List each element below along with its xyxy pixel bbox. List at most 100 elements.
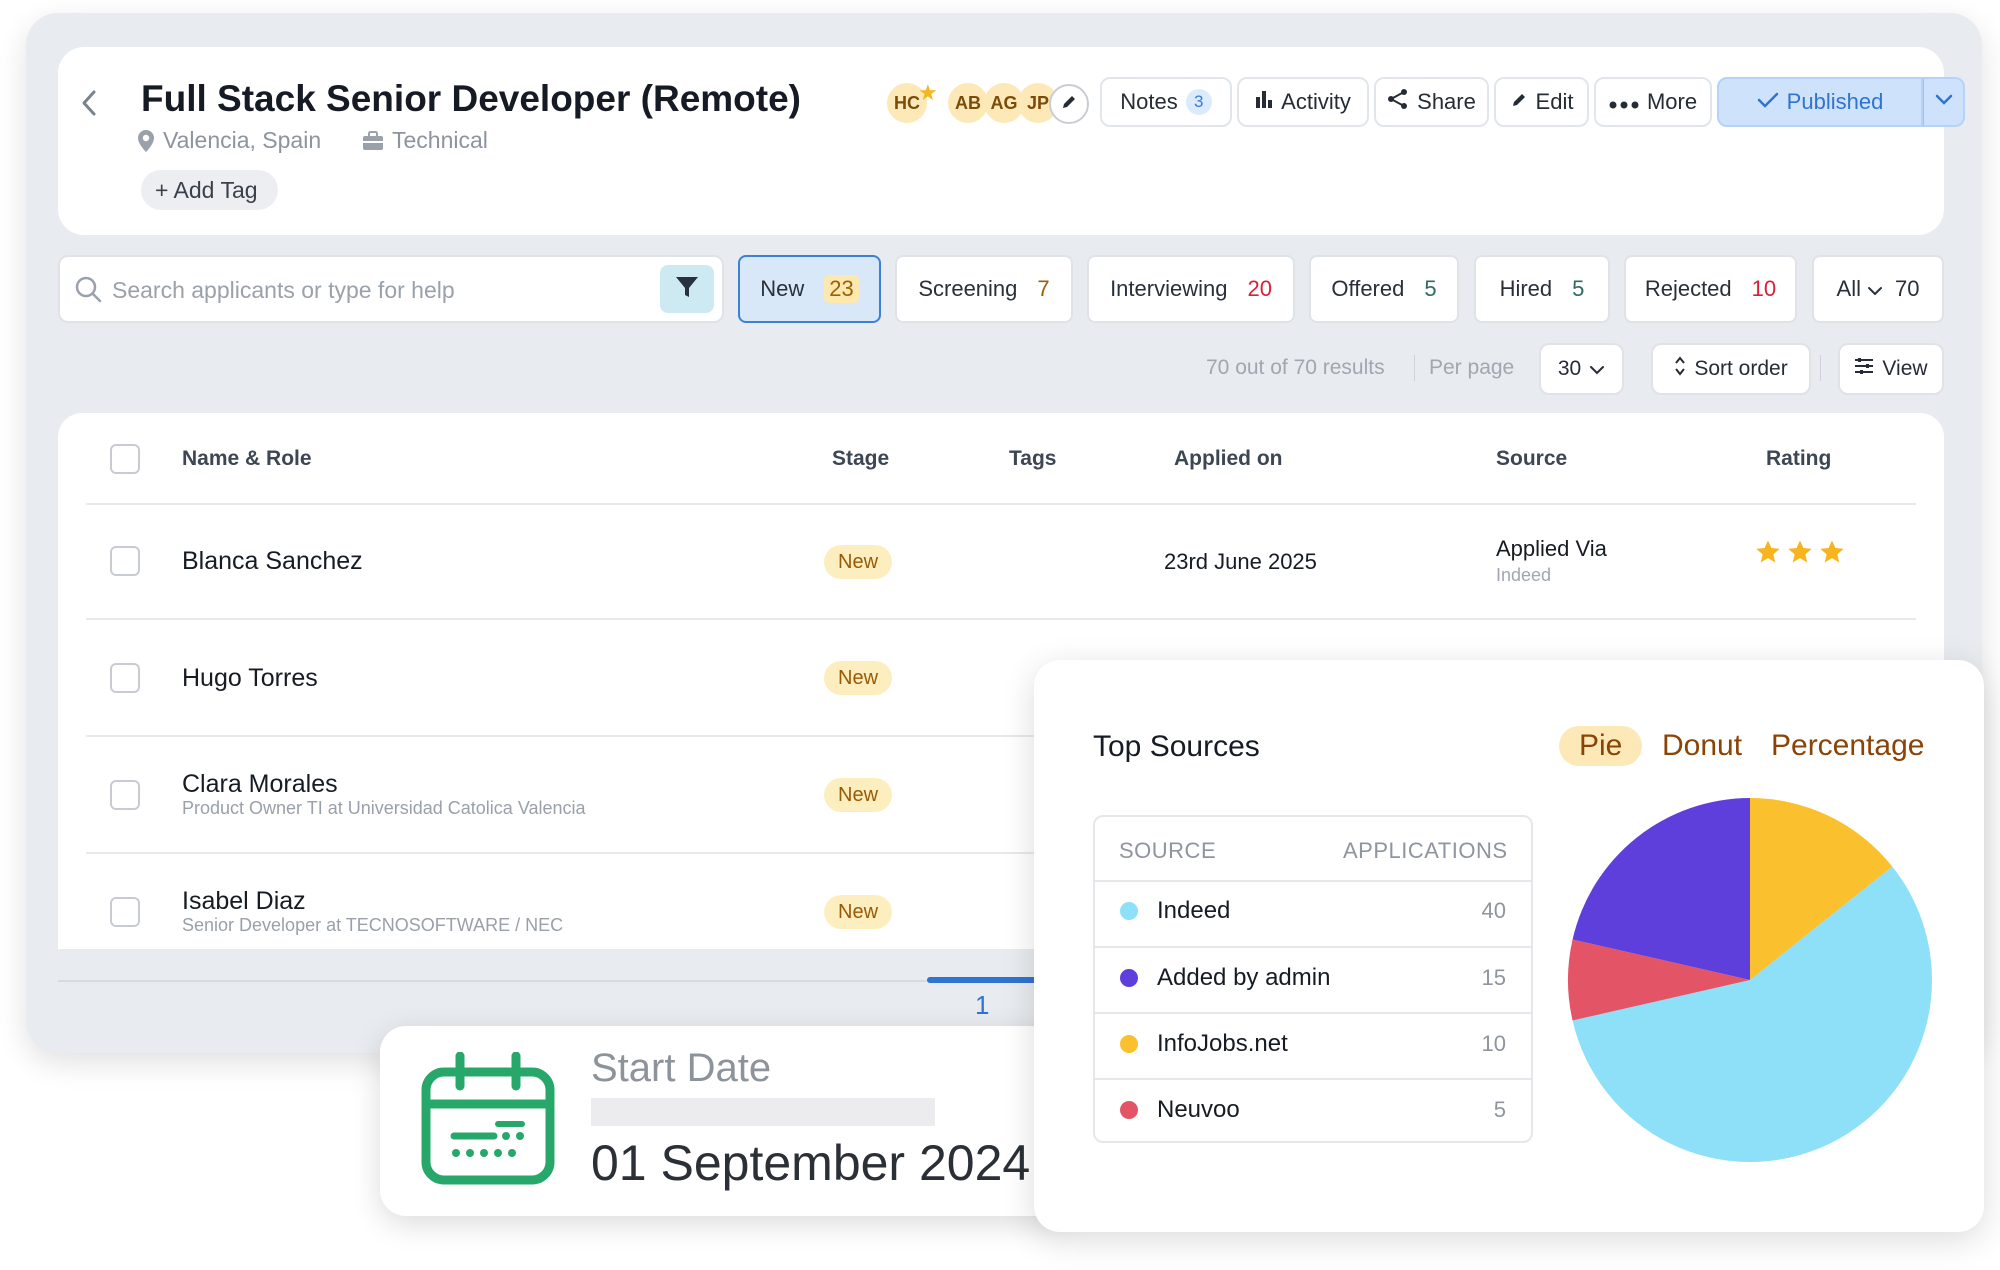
chevron-down-icon	[1867, 276, 1883, 302]
stage-count: 20	[1247, 276, 1272, 301]
department-text: Technical	[392, 127, 488, 153]
candidate-name[interactable]: Clara Morales	[182, 770, 338, 799]
rating-stars[interactable]	[1754, 538, 1846, 566]
notes-count-badge: 3	[1185, 89, 1212, 115]
start-date-label: Start Date	[591, 1046, 772, 1090]
source-count: 5	[1493, 1097, 1506, 1122]
sort-label: Sort order	[1694, 357, 1788, 380]
published-dropdown-toggle[interactable]	[1923, 77, 1965, 127]
tab-screening[interactable]: Screening 7	[895, 255, 1073, 323]
start-date-card: Start Date 01 September 2024	[380, 1026, 1076, 1216]
avatar[interactable]: AB	[948, 83, 988, 123]
candidate-name[interactable]: Hugo Torres	[182, 664, 318, 693]
pencil-icon	[1060, 93, 1078, 116]
bar-chart-icon	[1255, 89, 1273, 115]
top-sources-title: Top Sources	[1093, 730, 1260, 763]
per-page-select[interactable]: 30	[1539, 343, 1624, 395]
chevron-left-icon[interactable]	[78, 86, 104, 120]
tab-offered[interactable]: Offered 5	[1309, 255, 1459, 323]
column-header-source: SOURCE	[1119, 838, 1217, 863]
search-box	[58, 255, 724, 323]
sources-pie-chart[interactable]	[1565, 795, 1935, 1165]
published-status-button[interactable]: Published	[1717, 77, 1923, 127]
tab-interviewing[interactable]: Interviewing 20	[1087, 255, 1295, 323]
column-header-source[interactable]: Source	[1496, 447, 1567, 471]
stage-badge: New	[824, 778, 893, 812]
sort-order-button[interactable]: Sort order	[1651, 343, 1811, 395]
column-header-tags[interactable]: Tags	[1009, 447, 1056, 471]
legend-swatch	[1120, 1035, 1138, 1053]
divider	[86, 503, 1916, 505]
location-text: Valencia, Spain	[163, 127, 322, 153]
row-checkbox[interactable]	[110, 546, 140, 576]
activity-button[interactable]: Activity	[1237, 77, 1369, 127]
tab-hired[interactable]: Hired 5	[1474, 255, 1610, 323]
candidate-name[interactable]: Isabel Diaz	[182, 887, 306, 916]
stage-count: 70	[1894, 276, 1920, 301]
notes-label: Notes	[1120, 89, 1178, 114]
column-header-applied[interactable]: Applied on	[1174, 447, 1283, 471]
more-label: More	[1646, 89, 1698, 114]
tab-donut[interactable]: Donut	[1662, 726, 1742, 766]
column-header-name[interactable]: Name & Role	[182, 447, 312, 471]
more-button[interactable]: More	[1594, 77, 1712, 127]
pagination-track	[58, 980, 1058, 982]
star-icon	[1756, 540, 1780, 563]
calendar-icon	[420, 1051, 556, 1193]
pagination-indicator	[927, 977, 1037, 983]
published-label: Published	[1786, 89, 1884, 114]
divider	[1414, 355, 1415, 381]
stage-count: 10	[1751, 276, 1777, 301]
page-number[interactable]: 1	[975, 990, 989, 1021]
stage-label: Rejected	[1644, 276, 1732, 301]
briefcase-icon	[362, 130, 384, 151]
filter-button[interactable]	[660, 265, 714, 313]
star-icon	[1820, 540, 1844, 563]
start-date-value: 01 September 2024	[591, 1135, 1031, 1191]
pencil-icon	[1510, 89, 1528, 115]
select-all-checkbox[interactable]	[110, 444, 140, 474]
star-icon: ★	[918, 80, 938, 105]
candidate-name[interactable]: Blanca Sanchez	[182, 547, 363, 576]
location-pin-icon	[137, 129, 155, 153]
checkmark-icon	[1757, 89, 1779, 115]
legend-swatch	[1120, 969, 1138, 987]
star-icon	[1788, 540, 1812, 563]
stage-badge: New	[824, 895, 893, 929]
tab-new[interactable]: New 23	[738, 255, 881, 323]
tab-all[interactable]: All 70	[1812, 255, 1944, 323]
stage-count: 23	[824, 275, 859, 303]
per-page-value: 30	[1557, 357, 1582, 380]
view-options-button[interactable]: View	[1838, 343, 1944, 395]
column-header-rating[interactable]: Rating	[1766, 447, 1831, 471]
page-title: Full Stack Senior Developer (Remote)	[141, 78, 802, 119]
tab-percentage[interactable]: Percentage	[1771, 726, 1924, 766]
stage-count: 5	[1572, 276, 1585, 301]
divider	[1095, 1012, 1531, 1014]
job-department: Technical	[362, 127, 488, 154]
tab-pie[interactable]: Pie	[1559, 726, 1643, 766]
column-header-stage[interactable]: Stage	[832, 447, 889, 471]
search-icon	[74, 275, 102, 308]
divider	[1095, 1078, 1531, 1080]
share-button[interactable]: Share	[1374, 77, 1489, 127]
search-input[interactable]	[112, 271, 652, 309]
source-count: 40	[1481, 898, 1506, 923]
share-label: Share	[1417, 89, 1476, 114]
source-name: Indeed	[1157, 897, 1231, 924]
per-page-label: Per page	[1429, 356, 1515, 379]
notes-button[interactable]: Notes 3	[1100, 77, 1232, 127]
edit-collaborators-button[interactable]	[1049, 84, 1089, 124]
row-checkbox[interactable]	[110, 780, 140, 810]
tab-rejected[interactable]: Rejected 10	[1624, 255, 1797, 323]
candidate-role: Product Owner TI at Universidad Catolica…	[182, 798, 586, 818]
divider	[1095, 946, 1531, 948]
job-location: Valencia, Spain	[137, 127, 321, 154]
row-checkbox[interactable]	[110, 897, 140, 927]
edit-button[interactable]: Edit	[1494, 77, 1589, 127]
stage-label: All	[1836, 276, 1861, 301]
source-name: Added by admin	[1157, 964, 1331, 991]
add-tag-button[interactable]: + Add Tag	[141, 170, 278, 210]
row-checkbox[interactable]	[110, 663, 140, 693]
column-header-applications: APPLICATIONS	[1343, 838, 1508, 863]
